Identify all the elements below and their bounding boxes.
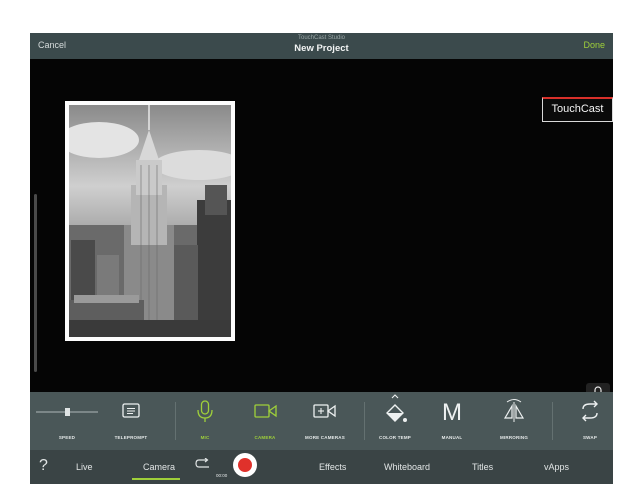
manual-icon: M xyxy=(442,399,462,426)
camera-label: CAMERA xyxy=(254,435,276,440)
touchcast-logo: TouchCast xyxy=(542,97,613,122)
mirror-icon xyxy=(503,399,525,422)
speed-slider[interactable]: SPEED xyxy=(32,392,102,450)
tab-effects[interactable]: Effects xyxy=(319,462,346,472)
video-camera-icon xyxy=(254,404,277,418)
teleprompt-icon xyxy=(122,403,140,418)
manual-label: MANUAL xyxy=(441,435,463,440)
skyscraper-image xyxy=(69,105,231,337)
color-temp-label: COLOR TEMP xyxy=(379,435,411,440)
mirroring-button[interactable]: MIRRORING xyxy=(486,392,542,450)
building-photo xyxy=(65,101,235,341)
active-tab-indicator xyxy=(132,478,180,480)
swap-label: SWAP xyxy=(582,435,598,440)
top-bar: Cancel TouchCast Studio New Project Done xyxy=(30,33,613,59)
tab-vapps[interactable]: vApps xyxy=(544,462,569,472)
record-button[interactable] xyxy=(233,453,257,477)
mirroring-label: MIRRORING xyxy=(499,435,529,440)
slider-icon xyxy=(36,408,98,416)
undo-icon[interactable] xyxy=(195,458,211,470)
add-camera-icon xyxy=(313,404,336,418)
swap-icon xyxy=(582,400,598,422)
bottom-tab-bar: ? Live Camera 00:00 Effects Whiteboard T… xyxy=(30,450,613,484)
tab-camera[interactable]: Camera xyxy=(143,462,175,472)
tab-whiteboard[interactable]: Whiteboard xyxy=(384,462,430,472)
more-cameras-label: MORE CAMERAS xyxy=(305,435,345,440)
more-cameras-button[interactable]: MORE CAMERAS xyxy=(298,392,352,450)
project-title: New Project xyxy=(294,43,349,54)
manual-button[interactable]: M MANUAL xyxy=(430,392,474,450)
record-icon xyxy=(238,458,252,472)
paint-bucket-icon xyxy=(386,394,407,422)
microphone-icon xyxy=(197,400,213,422)
app-window: Cancel TouchCast Studio New Project Done xyxy=(30,33,613,484)
swap-button[interactable]: SWAP xyxy=(570,392,610,450)
toolbar-divider xyxy=(175,402,176,440)
record-timer: 00:00 xyxy=(216,473,228,478)
toolbar-divider xyxy=(552,402,553,440)
color-temp-button[interactable]: COLOR TEMP xyxy=(370,392,420,450)
mic-button[interactable]: MIC xyxy=(184,392,226,450)
done-button[interactable]: Done xyxy=(583,40,605,50)
camera-preview: TouchCast xyxy=(30,59,613,409)
tab-live[interactable]: Live xyxy=(76,462,93,472)
help-button[interactable]: ? xyxy=(39,457,48,475)
scrollbar[interactable] xyxy=(34,194,37,372)
speed-label: SPEED xyxy=(58,435,76,440)
teleprompt-label: TELEPROMPT xyxy=(114,435,148,440)
tab-titles[interactable]: Titles xyxy=(472,462,493,472)
camera-button[interactable]: CAMERA xyxy=(244,392,286,450)
mic-label: MIC xyxy=(200,435,210,440)
app-name: TouchCast Studio xyxy=(297,35,346,41)
teleprompt-button[interactable]: TELEPROMPT xyxy=(108,392,154,450)
toolbar-divider xyxy=(364,402,365,440)
tool-bar: SPEED TELEPROMPT MIC CAMERA MORE CAMERAS… xyxy=(30,392,613,450)
